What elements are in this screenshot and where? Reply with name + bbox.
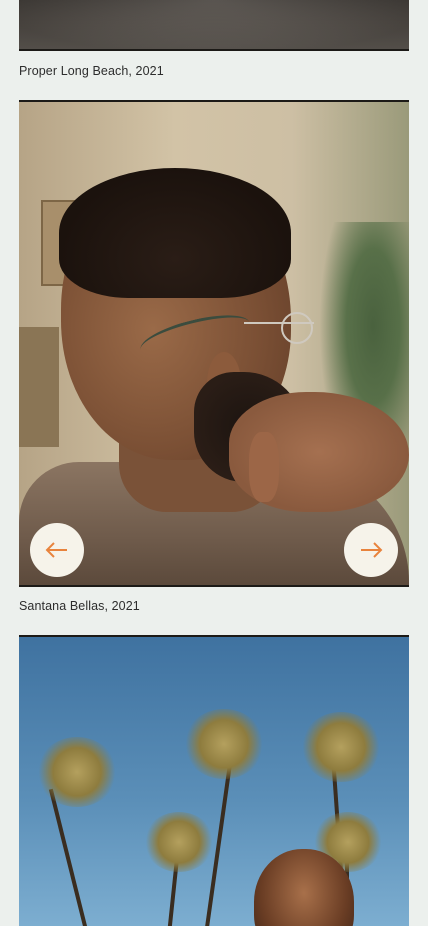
gallery-photo-2[interactable] xyxy=(19,100,409,587)
arrow-right-icon xyxy=(361,542,383,558)
gallery-page: Proper Long Beach, 2021 Santana Bellas, … xyxy=(0,0,428,926)
gallery-photo-3[interactable] xyxy=(19,635,409,926)
gallery-photo-1[interactable] xyxy=(19,0,409,51)
arrow-left-icon xyxy=(45,542,67,558)
carousel-next-button[interactable] xyxy=(344,523,398,577)
photo-caption-2: Santana Bellas, 2021 xyxy=(19,599,140,613)
photo-caption-1: Proper Long Beach, 2021 xyxy=(19,64,164,78)
carousel-prev-button[interactable] xyxy=(30,523,84,577)
